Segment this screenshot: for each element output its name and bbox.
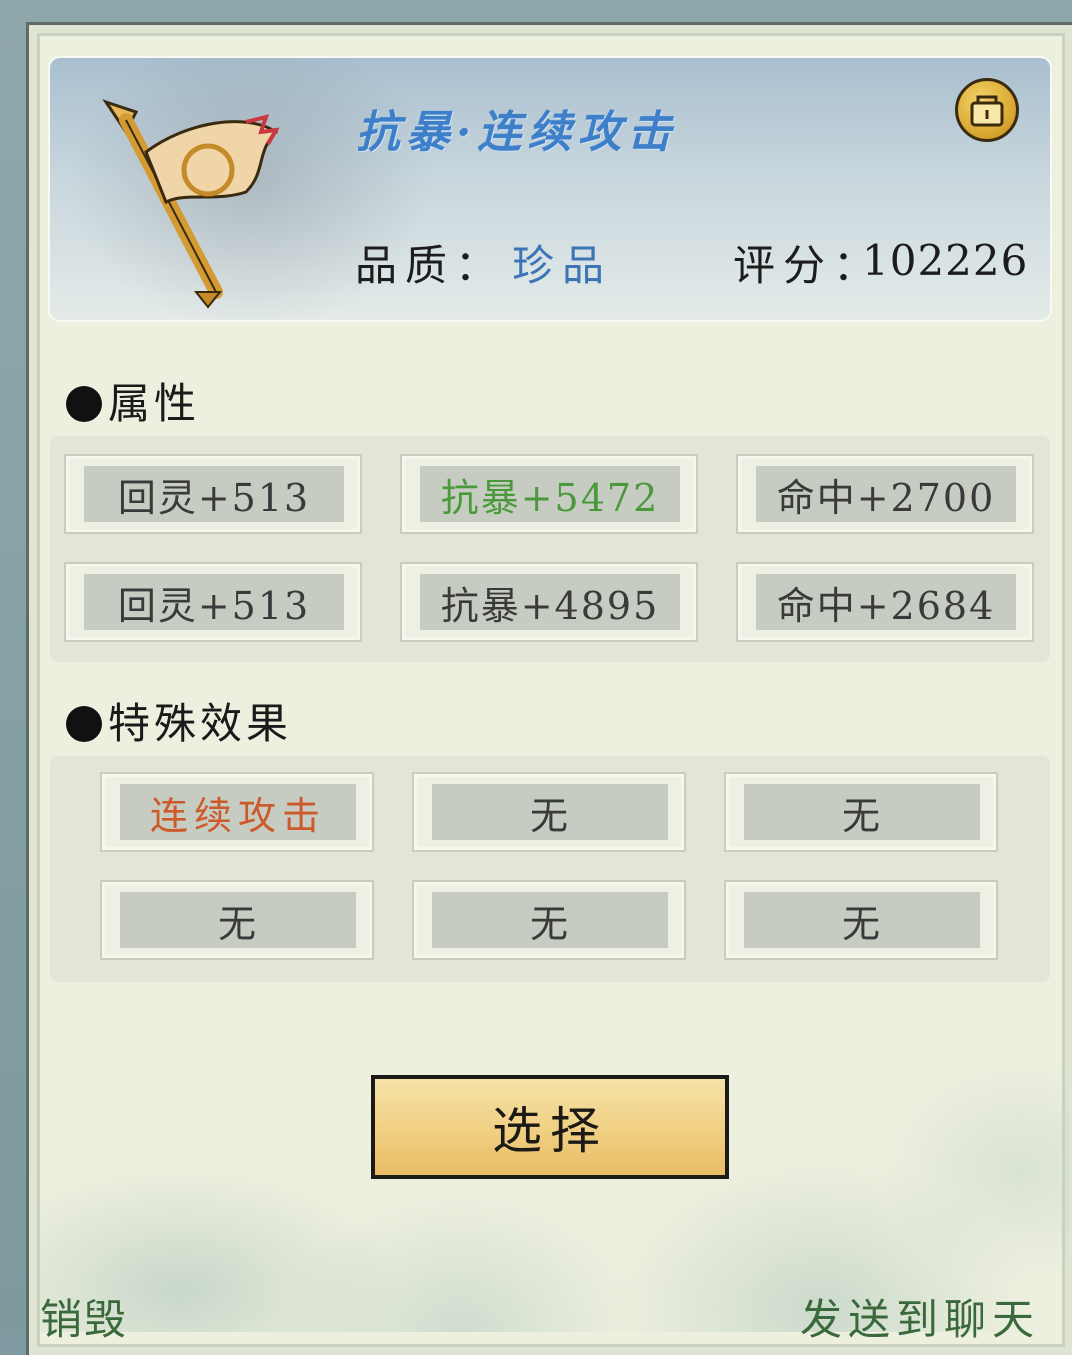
attribute-text: 命中+2700 xyxy=(756,466,1016,522)
attribute-slot: 命中+2684 xyxy=(736,562,1034,642)
attribute-text: 回灵+513 xyxy=(84,574,344,630)
attribute-slot: 回灵+513 xyxy=(64,454,362,534)
special-effect-text: 无 xyxy=(744,784,980,840)
quality-label: 品质： xyxy=(355,241,506,290)
special-effect-text: 无 xyxy=(432,892,668,948)
special-effect-slot[interactable]: 无 xyxy=(724,880,998,960)
attribute-text: 抗暴+5472 xyxy=(420,466,680,522)
special-effect-slot[interactable]: 无 xyxy=(412,772,686,852)
bullet-icon xyxy=(66,706,102,742)
select-button[interactable]: 选择 xyxy=(371,1075,729,1179)
attribute-text: 命中+2684 xyxy=(756,574,1016,630)
attributes-box: 回灵+513 抗暴+5472 命中+2700 回灵+513 抗暴+4895 命中… xyxy=(50,436,1050,662)
bullet-icon xyxy=(66,386,102,422)
special-effect-slot[interactable]: 无 xyxy=(412,880,686,960)
quality-value: 珍品 xyxy=(512,241,613,290)
banner-spear-icon xyxy=(102,99,280,309)
attribute-slot: 抗暴+4895 xyxy=(400,562,698,642)
special-effect-slot[interactable]: 连续攻击 xyxy=(100,772,374,852)
score-value: 102226 xyxy=(862,236,1029,285)
destroy-link[interactable]: 销毁 xyxy=(40,1286,128,1347)
attribute-text: 抗暴+4895 xyxy=(420,574,680,630)
special-effects-box: 连续攻击 无 无 无 无 无 xyxy=(50,756,1050,982)
lock-icon[interactable] xyxy=(955,78,1019,142)
special-effect-slot[interactable]: 无 xyxy=(724,772,998,852)
special-effect-slot[interactable]: 无 xyxy=(100,880,374,960)
attribute-text: 回灵+513 xyxy=(84,466,344,522)
attribute-slot: 抗暴+5472 xyxy=(400,454,698,534)
attribute-slot: 命中+2700 xyxy=(736,454,1034,534)
item-name: 抗暴·连续攻击 xyxy=(356,107,678,158)
score-label: 评分： xyxy=(733,241,884,290)
send-to-chat-link[interactable]: 发送到聊天 xyxy=(800,1286,1040,1347)
special-effect-text: 无 xyxy=(120,892,356,948)
special-effect-text: 无 xyxy=(744,892,980,948)
attributes-title: 属性 xyxy=(66,370,200,431)
special-effects-title: 特殊效果 xyxy=(66,690,292,751)
attribute-slot: 回灵+513 xyxy=(64,562,362,642)
special-effect-text: 连续攻击 xyxy=(120,784,356,840)
special-effect-text: 无 xyxy=(432,784,668,840)
